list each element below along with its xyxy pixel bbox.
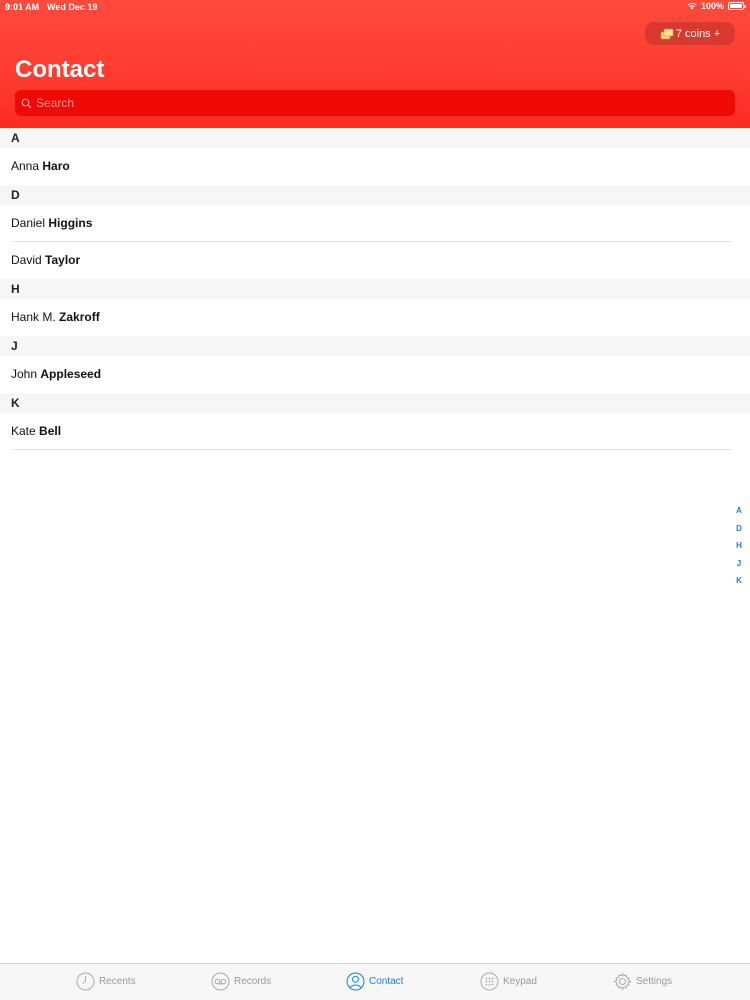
contact-first-name: David: [11, 253, 42, 267]
index-letter-d[interactable]: D: [736, 523, 742, 541]
battery-percent: 100%: [700, 1, 724, 11]
section-header-j: J: [0, 336, 750, 356]
index-letter-h[interactable]: H: [736, 540, 742, 558]
tab-label: Records: [234, 976, 272, 987]
contact-list: A Anna Haro D Daniel Higgins David Taylo…: [0, 128, 750, 450]
contact-row[interactable]: David Taylor: [0, 242, 750, 279]
search-bar[interactable]: [15, 90, 735, 116]
status-right: 100%: [687, 1, 746, 11]
search-icon: [21, 98, 32, 108]
tab-settings[interactable]: Settings: [613, 972, 672, 991]
section-index[interactable]: A D H J K: [735, 505, 743, 593]
contact-last-name: Higgins: [48, 216, 93, 230]
contact-last-name: Haro: [42, 159, 70, 173]
contact-row[interactable]: John Appleseed: [0, 356, 750, 393]
status-time: 9:01 AM: [5, 2, 40, 12]
tab-label: Keypad: [503, 976, 537, 987]
status-bar: 9:01 AM Wed Dec 19 100%: [0, 0, 750, 14]
contact-first-name: Kate: [11, 424, 36, 438]
wifi-icon: [687, 2, 697, 10]
coins-label: 7 coins +: [675, 27, 721, 40]
gear-icon: [613, 972, 632, 991]
status-date: Wed Dec 19: [47, 2, 98, 12]
tab-label: Contact: [369, 976, 404, 987]
clock-icon: [76, 972, 95, 991]
contact-row[interactable]: Hank M. Zakroff: [0, 299, 750, 336]
tab-bar: Recents Records Contact Keypad Settings: [0, 963, 750, 1000]
keypad-icon: [480, 972, 499, 991]
index-letter-a[interactable]: A: [736, 505, 742, 523]
contact-last-name: Taylor: [45, 253, 81, 267]
contact-last-name: Zakroff: [59, 310, 100, 324]
index-letter-k[interactable]: K: [736, 575, 742, 593]
contact-last-name: Bell: [39, 424, 62, 438]
page-title: Contact: [15, 56, 105, 83]
search-input[interactable]: [36, 96, 716, 110]
app-header: 9:01 AM Wed Dec 19 100% 7 coins + Contac…: [0, 0, 750, 128]
contact-row[interactable]: Daniel Higgins: [0, 205, 750, 242]
tab-keypad[interactable]: Keypad: [480, 972, 537, 991]
tab-records[interactable]: Records: [211, 972, 271, 991]
coins-icon: [660, 28, 674, 39]
records-icon: [211, 972, 230, 991]
coins-button[interactable]: 7 coins +: [645, 22, 735, 45]
row-divider: [11, 449, 732, 450]
battery-icon: [728, 2, 746, 10]
section-header-d: D: [0, 185, 750, 205]
contact-first-name: Anna: [11, 159, 40, 173]
index-letter-j[interactable]: J: [737, 558, 741, 576]
contact-first-name: Hank M.: [11, 310, 56, 324]
tab-label: Recents: [99, 976, 136, 987]
contact-first-name: Daniel: [11, 216, 46, 230]
section-header-k: K: [0, 393, 750, 413]
tab-recents[interactable]: Recents: [76, 972, 136, 991]
contact-last-name: Appleseed: [40, 367, 102, 381]
section-header-a: A: [0, 128, 750, 148]
tab-label: Settings: [636, 976, 673, 987]
contact-first-name: John: [11, 367, 38, 381]
person-icon: [346, 972, 365, 991]
section-header-h: H: [0, 279, 750, 299]
contact-row[interactable]: Anna Haro: [0, 148, 750, 185]
tab-contact[interactable]: Contact: [346, 972, 403, 991]
contact-row[interactable]: Kate Bell: [0, 413, 750, 450]
